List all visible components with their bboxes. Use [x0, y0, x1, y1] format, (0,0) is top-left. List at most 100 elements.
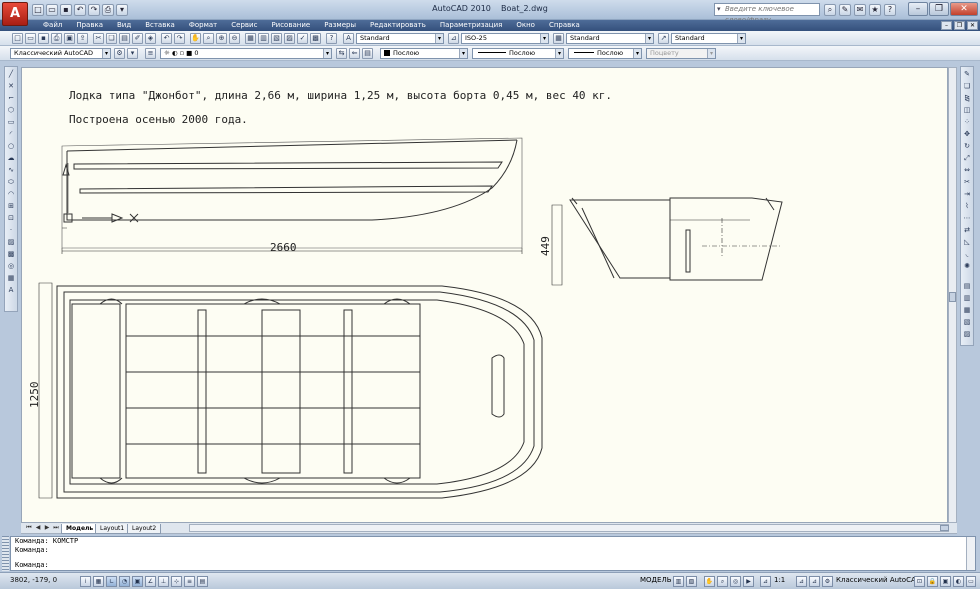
save-icon[interactable]: ▪	[38, 33, 49, 44]
communication-center-icon[interactable]: ✉	[854, 4, 866, 16]
zoom-window-icon[interactable]: ⊕	[216, 33, 227, 44]
spline-icon[interactable]: ∿	[6, 165, 16, 175]
layer-state-icon[interactable]: ▤	[362, 48, 373, 59]
tab-layout2[interactable]: Layout2	[127, 524, 162, 534]
rotate-icon[interactable]: ↻	[962, 141, 972, 151]
annotation-visibility-icon[interactable]: ⊿	[796, 576, 807, 587]
insert-block-icon[interactable]: ⊞	[6, 201, 16, 211]
block-editor-icon[interactable]: ◈	[145, 33, 156, 44]
stretch-icon[interactable]: ⇔	[962, 165, 972, 175]
break-icon[interactable]: ⋯	[962, 213, 972, 223]
table-icon[interactable]: ▦	[6, 273, 16, 283]
lineweight-select[interactable]: Послою ▾	[568, 48, 642, 59]
menu-edit[interactable]: Правка	[69, 20, 110, 31]
help-search-input[interactable]: Введите ключевое слово/фразу	[714, 3, 820, 24]
hardware-acceleration-icon[interactable]: ▣	[940, 576, 951, 587]
menu-file[interactable]: Файл	[36, 20, 69, 31]
workspace-select[interactable]: Классический AutoCAD ▾	[10, 48, 111, 59]
height-dimension-text[interactable]: 449	[539, 236, 552, 256]
workspace-save-icon[interactable]: ▾	[127, 48, 138, 59]
drawing-close-icon[interactable]: ✕	[967, 21, 978, 30]
menu-view[interactable]: Вид	[110, 20, 138, 31]
design-center-icon[interactable]: ▥	[258, 33, 269, 44]
zoom-previous-icon[interactable]: ⊖	[229, 33, 240, 44]
horizontal-scrollbar[interactable]	[189, 524, 949, 532]
restore-icon[interactable]: ❐	[929, 2, 949, 16]
quick-view-layouts-icon[interactable]: ▥	[673, 576, 684, 587]
construction-line-icon[interactable]: ✕	[6, 81, 16, 91]
workspace-switching-icon[interactable]: ⚙	[822, 576, 833, 587]
vertical-scroll-thumb[interactable]	[949, 292, 956, 302]
menu-help[interactable]: Справка	[542, 20, 587, 31]
length-dimension-text[interactable]: 2660	[270, 241, 297, 254]
text-style-icon[interactable]: A	[343, 33, 354, 44]
array-icon[interactable]: ⁘	[962, 117, 972, 127]
menu-modify[interactable]: Редактировать	[363, 20, 433, 31]
last-tab-icon[interactable]: ⏭	[52, 524, 60, 532]
tool-palettes-icon[interactable]: ▧	[271, 33, 282, 44]
redo-icon[interactable]: ↷	[174, 33, 185, 44]
scale-icon[interactable]: ⤢	[962, 153, 972, 163]
workspace-status-label[interactable]: Классический AutoCAD	[836, 576, 921, 584]
pan-icon[interactable]: ✋	[190, 33, 201, 44]
next-tab-icon[interactable]: ▶	[43, 524, 51, 532]
table-style-select[interactable]: Standard ▾	[566, 33, 654, 44]
arc-icon[interactable]: ◜	[6, 129, 16, 139]
zoom-realtime-icon[interactable]: ⌕	[203, 33, 214, 44]
make-block-icon[interactable]: ⊡	[6, 213, 16, 223]
subscription-key-icon[interactable]: ✎	[839, 4, 851, 16]
color-select[interactable]: Послою ▾	[380, 48, 468, 59]
gradient-icon[interactable]: ▩	[6, 249, 16, 259]
lineweight-toggle-icon[interactable]: ≡	[184, 576, 195, 587]
favorites-star-icon[interactable]: ★	[869, 4, 881, 16]
prev-tab-icon[interactable]: ◀	[34, 524, 42, 532]
annotation-scale-icon[interactable]: ⊿	[760, 576, 771, 587]
rectangle-icon[interactable]: ▭	[6, 117, 16, 127]
tab-model[interactable]: Модель	[61, 524, 99, 534]
binoculars-search-icon[interactable]: ⌕	[824, 4, 836, 16]
menu-parametric[interactable]: Параметризация	[433, 20, 509, 31]
ortho-mode-icon[interactable]: ∟	[106, 576, 117, 587]
layer-properties-icon[interactable]: ≡	[145, 48, 156, 59]
minimize-icon[interactable]: –	[908, 2, 928, 16]
polygon-icon[interactable]: ⬡	[6, 105, 16, 115]
hatch-icon[interactable]: ▨	[6, 237, 16, 247]
autocad-logo-icon[interactable]: A	[2, 2, 28, 26]
quick-properties-icon[interactable]: ▤	[197, 576, 208, 587]
linetype-select[interactable]: Послою ▾	[472, 48, 564, 59]
plot-preview-icon[interactable]: ▣	[64, 33, 75, 44]
quickcalc-icon[interactable]: ▩	[310, 33, 321, 44]
dynamic-ucs-icon[interactable]: ⊥	[158, 576, 169, 587]
match-properties-icon[interactable]: ✐	[132, 33, 143, 44]
qnew-icon[interactable]: □	[12, 33, 23, 44]
circle-icon[interactable]: ○	[6, 141, 16, 151]
toolbar-lock-icon[interactable]: ⊡	[914, 576, 925, 587]
drawing-restore-icon[interactable]: ❐	[954, 21, 965, 30]
move-icon[interactable]: ✥	[962, 129, 972, 139]
workspace-settings-icon[interactable]: ⚙	[114, 48, 125, 59]
sheet-set-icon[interactable]: ▨	[284, 33, 295, 44]
steering-wheel-icon[interactable]: ◎	[730, 576, 741, 587]
mtext-icon[interactable]: A	[6, 285, 16, 295]
publish-icon[interactable]: ⇪	[77, 33, 88, 44]
point-icon[interactable]: ·	[6, 225, 16, 235]
mirror-icon[interactable]: ⧎	[962, 93, 972, 103]
revision-cloud-icon[interactable]: ☁	[6, 153, 16, 163]
mleader-style-select[interactable]: Standard ▾	[671, 33, 746, 44]
first-tab-icon[interactable]: ⏮	[25, 524, 33, 532]
break-at-point-icon[interactable]: ⌇	[962, 201, 972, 211]
polar-tracking-icon[interactable]: ◔	[119, 576, 130, 587]
command-line-scrollbar[interactable]	[966, 537, 975, 570]
region-icon[interactable]: ◎	[6, 261, 16, 271]
hatch-back-icon[interactable]: ▨	[962, 329, 972, 339]
close-icon[interactable]: ✕	[950, 2, 978, 16]
menu-draw[interactable]: Рисование	[264, 20, 317, 31]
dim-style-icon[interactable]: ⊿	[448, 33, 459, 44]
horizontal-scroll-thumb[interactable]	[940, 525, 949, 531]
menu-tools[interactable]: Сервис	[224, 20, 264, 31]
cursor-coordinates[interactable]: 3802, -179, 0	[10, 576, 57, 584]
polyline-icon[interactable]: ⌐	[6, 93, 16, 103]
command-input[interactable]: Команда:	[15, 561, 945, 570]
help-toolbar-icon[interactable]: ?	[326, 33, 337, 44]
tab-layout1[interactable]: Layout1	[95, 524, 130, 534]
